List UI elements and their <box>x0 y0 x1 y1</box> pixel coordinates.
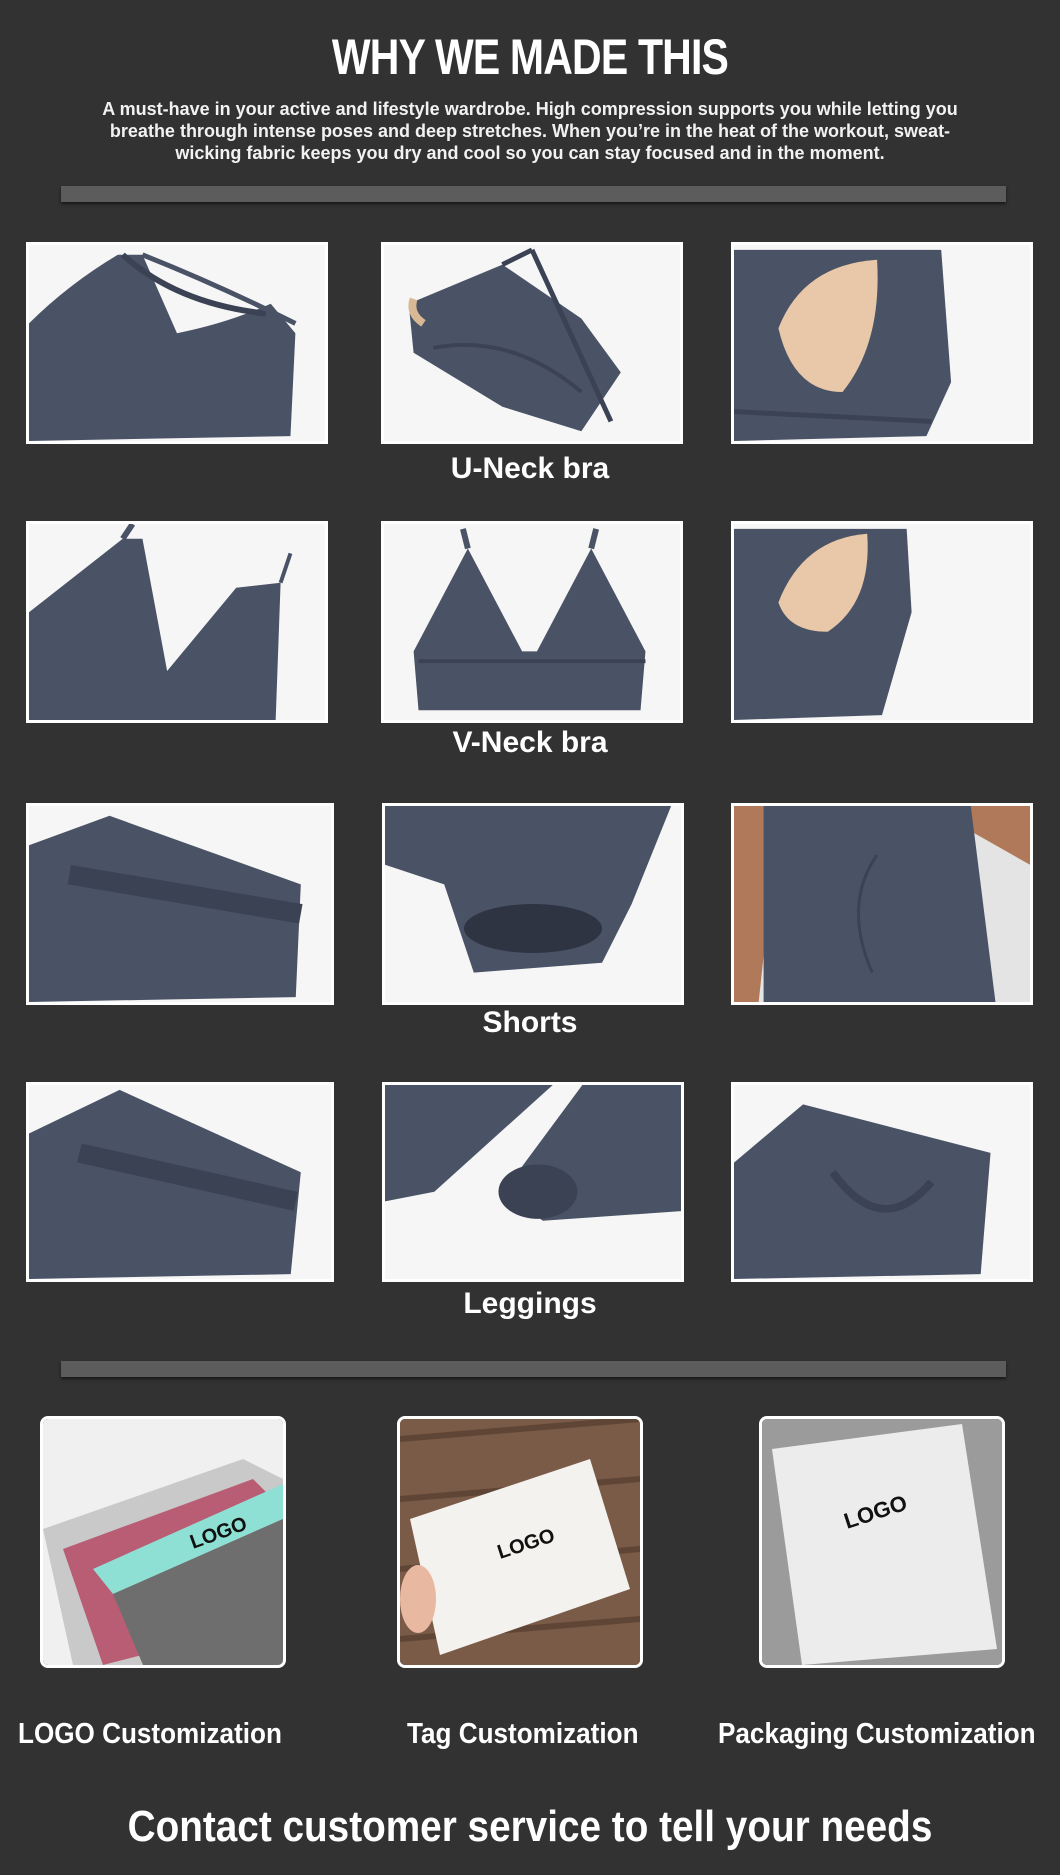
leggings-photo-2 <box>382 1082 684 1282</box>
bottom-divider <box>61 1361 1006 1377</box>
caption-shorts: Shorts <box>482 1006 578 1039</box>
caption-v-neck-bra: V-Neck bra <box>452 726 608 759</box>
caption-u-neck-bra: U-Neck bra <box>450 452 610 485</box>
caption-leggings: Leggings <box>463 1287 597 1320</box>
u-neck-bra-photo-3 <box>731 242 1033 444</box>
v-neck-bra-photo-1 <box>26 521 328 723</box>
page-title: WHY WE MADE THIS <box>331 29 729 85</box>
v-neck-bra-photo-3 <box>731 521 1033 723</box>
leggings-photo-3 <box>731 1082 1033 1282</box>
u-neck-bra-photo-1 <box>26 242 328 444</box>
logo-customization-label: LOGO Customization <box>18 1718 282 1750</box>
tag-customization-image: LOGO <box>397 1416 643 1668</box>
v-neck-bra-photo-2 <box>381 521 683 723</box>
shorts-photo-3 <box>731 803 1033 1005</box>
logo-customization-image: LOGO <box>40 1416 286 1668</box>
top-divider <box>61 186 1006 202</box>
intro-paragraph: A must-have in your active and lifestyle… <box>102 99 958 163</box>
u-neck-bra-photo-2 <box>381 242 683 444</box>
shorts-photo-2 <box>382 803 684 1005</box>
leggings-photo-1 <box>26 1082 334 1282</box>
contact-banner: Contact customer service to tell your ne… <box>127 1802 933 1851</box>
tag-customization-label: Tag Customization <box>407 1718 639 1750</box>
packaging-customization-label: Packaging Customization <box>718 1718 1036 1750</box>
shorts-photo-1 <box>26 803 334 1005</box>
packaging-customization-image: LOGO <box>759 1416 1005 1668</box>
